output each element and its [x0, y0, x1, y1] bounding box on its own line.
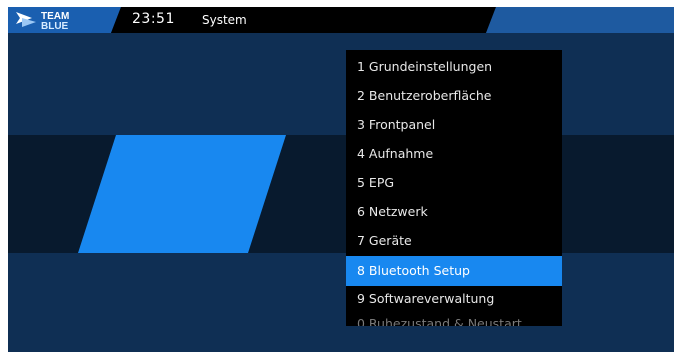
- background-band-bottom: [8, 253, 674, 352]
- menu-item-softwareverwaltung[interactable]: 9 Softwareverwaltung: [346, 284, 562, 314]
- menu-item-bluetooth-setup[interactable]: 8 Bluetooth Setup: [346, 256, 562, 286]
- menu-item-ruhezustand[interactable]: 0 Ruhezustand & Neustart: [346, 316, 562, 326]
- menu-item-netzwerk[interactable]: 6 Netzwerk: [346, 197, 562, 227]
- team-blue-logo: TEAM BLUE: [14, 9, 98, 31]
- decorative-parallelogram: [78, 135, 286, 253]
- menu-item-frontpanel[interactable]: 3 Frontpanel: [346, 110, 562, 140]
- clock: 23:51: [132, 11, 175, 27]
- system-menu: 1 Grundeinstellungen 2 Benutzeroberfläch…: [346, 50, 562, 326]
- header-bar: TEAM BLUE 23:51 System: [8, 7, 674, 33]
- menu-item-aufnahme[interactable]: 4 Aufnahme: [346, 139, 562, 169]
- header-background: [8, 7, 674, 33]
- menu-item-benutzeroberflaeche[interactable]: 2 Benutzeroberfläche: [346, 81, 562, 111]
- page-title: System: [202, 13, 247, 27]
- background-band-top: [8, 33, 674, 135]
- menu-item-geraete[interactable]: 7 Geräte: [346, 226, 562, 256]
- tv-screen: TEAM BLUE 23:51 System 1 Grundeinstellun…: [8, 7, 674, 352]
- logo-text-blue: BLUE: [41, 21, 69, 31]
- menu-item-grundeinstellungen[interactable]: 1 Grundeinstellungen: [346, 52, 562, 82]
- menu-item-epg[interactable]: 5 EPG: [346, 168, 562, 198]
